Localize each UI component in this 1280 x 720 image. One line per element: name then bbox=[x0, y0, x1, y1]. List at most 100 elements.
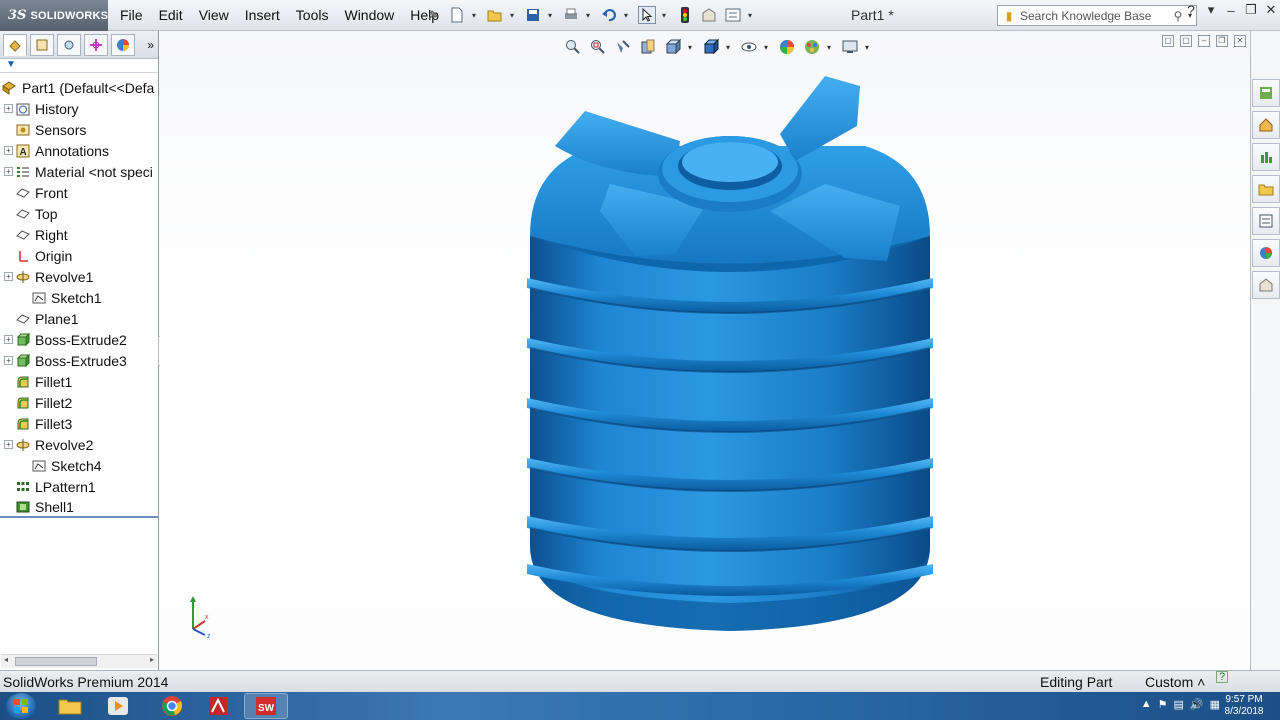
chevron-down-icon[interactable]: ▾ bbox=[726, 43, 734, 52]
network-icon[interactable]: ▤ bbox=[1173, 698, 1183, 711]
chevron-down-icon[interactable]: ▾ bbox=[865, 43, 873, 52]
menu-window[interactable]: Window bbox=[336, 0, 402, 31]
feature-manager-tab[interactable] bbox=[3, 33, 27, 56]
volume-icon[interactable]: 🔊 bbox=[1190, 698, 1204, 711]
tree-item-sensors[interactable]: Sensors bbox=[0, 119, 158, 140]
tree-item-sketch4[interactable]: Sketch4 bbox=[0, 455, 158, 476]
solidworks-resources-tab[interactable] bbox=[1252, 79, 1280, 107]
scroll-left-icon[interactable]: ◂ bbox=[4, 655, 8, 664]
select-arrow-icon[interactable] bbox=[638, 6, 656, 24]
tree-root-part1[interactable]: Part1 (Default<<Defa bbox=[0, 77, 158, 98]
tree-item-fillet3[interactable]: Fillet3 bbox=[0, 413, 158, 434]
tree-item-revolve2[interactable]: + Revolve2 bbox=[0, 434, 158, 455]
expand-icon[interactable]: + bbox=[4, 440, 13, 449]
chevron-down-icon[interactable]: ▾ bbox=[748, 11, 756, 20]
view-settings-icon[interactable] bbox=[840, 37, 860, 57]
appearances-scenes-icon[interactable] bbox=[1252, 239, 1280, 267]
tree-item-top[interactable]: Top bbox=[0, 203, 158, 224]
pin-icon[interactable] bbox=[424, 6, 442, 24]
expand-icon[interactable]: + bbox=[4, 356, 13, 365]
zoom-to-area-icon[interactable] bbox=[588, 37, 608, 57]
tree-item-front[interactable]: Front bbox=[0, 182, 158, 203]
viewport-close-button[interactable]: ✕ bbox=[1234, 35, 1246, 47]
graphics-area[interactable]: ▾ ▾ ▾ ▾ ▾ ▢ ▢ – ❐ ✕ x z bbox=[160, 31, 1250, 670]
options-icon[interactable] bbox=[724, 6, 742, 24]
search-knowledge-base[interactable]: ▮ Search Knowledge Base ⚲ ▾ bbox=[997, 5, 1197, 26]
tree-item-plane1[interactable]: Plane1 bbox=[0, 308, 158, 329]
scroll-right-icon[interactable]: ▸ bbox=[150, 655, 154, 664]
close-button[interactable]: ✕ bbox=[1262, 2, 1280, 18]
menu-edit[interactable]: Edit bbox=[151, 0, 191, 31]
chevron-down-icon[interactable]: ▾ bbox=[764, 43, 772, 52]
chevron-down-icon[interactable]: ▾ bbox=[1202, 2, 1220, 18]
edit-appearance-icon[interactable] bbox=[777, 37, 797, 57]
solidworks-logo[interactable]: 3S SOLIDWORKS bbox=[0, 0, 108, 31]
horizontal-scrollbar[interactable]: ◂ ▸ bbox=[1, 654, 157, 668]
chevron-down-icon[interactable]: ▾ bbox=[586, 11, 594, 20]
tree-item-lpattern1[interactable]: LPattern1 bbox=[0, 476, 158, 497]
chevron-down-icon[interactable]: ▾ bbox=[827, 43, 835, 52]
search-input[interactable]: Search Knowledge Base bbox=[1020, 9, 1168, 23]
chevron-down-icon[interactable]: ▾ bbox=[472, 11, 480, 20]
undo-icon[interactable] bbox=[600, 6, 618, 24]
display-manager-tab[interactable] bbox=[111, 33, 135, 56]
previous-view-icon[interactable] bbox=[613, 37, 633, 57]
expand-icon[interactable]: + bbox=[4, 167, 13, 176]
show-hidden-icons[interactable]: ▲ bbox=[1141, 698, 1152, 711]
viewport-maximize-button[interactable]: ❐ bbox=[1216, 35, 1228, 47]
zoom-to-fit-icon[interactable] bbox=[563, 37, 583, 57]
chevron-down-icon[interactable]: ▾ bbox=[662, 11, 670, 20]
tree-item-boss-extrude2[interactable]: + Boss-Extrude2 bbox=[0, 329, 158, 350]
open-folder-icon[interactable] bbox=[486, 6, 504, 24]
help-icon[interactable]: ? bbox=[1182, 2, 1200, 18]
tree-item-annotations[interactable]: + A Annotations bbox=[0, 140, 158, 161]
home-icon[interactable] bbox=[1252, 111, 1280, 139]
print-icon[interactable] bbox=[562, 6, 580, 24]
pdf-reader-taskbar-icon[interactable] bbox=[196, 693, 240, 719]
tree-item-right[interactable]: Right bbox=[0, 224, 158, 245]
expand-icon[interactable]: + bbox=[4, 104, 13, 113]
property-manager-tab[interactable] bbox=[30, 33, 54, 56]
viewport-tile-button[interactable]: ▢ bbox=[1180, 35, 1192, 47]
tree-item-sketch1[interactable]: Sketch1 bbox=[0, 287, 158, 308]
hide-show-items-icon[interactable] bbox=[739, 37, 759, 57]
menu-tools[interactable]: Tools bbox=[288, 0, 337, 31]
scroll-thumb[interactable] bbox=[15, 657, 97, 666]
custom-properties-icon[interactable] bbox=[1252, 271, 1280, 299]
minimize-button[interactable]: – bbox=[1222, 3, 1240, 18]
tree-item-origin[interactable]: Origin bbox=[0, 245, 158, 266]
save-icon[interactable] bbox=[524, 6, 542, 24]
action-center-icon[interactable]: ⚑ bbox=[1158, 698, 1168, 711]
more-tabs-icon[interactable]: » bbox=[147, 38, 154, 52]
chevron-down-icon[interactable]: ▾ bbox=[688, 43, 696, 52]
system-clock[interactable]: 9:57 PM 8/3/2018 bbox=[1218, 694, 1270, 718]
file-properties-icon[interactable] bbox=[700, 6, 718, 24]
tree-item-material[interactable]: + Material <not speci bbox=[0, 161, 158, 182]
expand-icon[interactable]: + bbox=[4, 146, 13, 155]
quick-tips-icon[interactable]: ? bbox=[1216, 671, 1228, 683]
chevron-down-icon[interactable]: ▾ bbox=[548, 11, 556, 20]
new-document-icon[interactable] bbox=[448, 6, 466, 24]
view-orientation-icon[interactable] bbox=[663, 37, 683, 57]
menu-view[interactable]: View bbox=[191, 0, 237, 31]
section-view-icon[interactable] bbox=[638, 37, 658, 57]
media-player-taskbar-icon[interactable] bbox=[96, 693, 140, 719]
dimxpert-tab[interactable] bbox=[84, 33, 108, 56]
display-style-icon[interactable] bbox=[701, 37, 721, 57]
tree-item-fillet1[interactable]: Fillet1 bbox=[0, 371, 158, 392]
start-button[interactable] bbox=[6, 693, 36, 719]
tree-item-boss-extrude3[interactable]: + Boss-Extrude3 bbox=[0, 350, 158, 371]
menu-insert[interactable]: Insert bbox=[237, 0, 288, 31]
view-palette-icon[interactable] bbox=[1252, 207, 1280, 235]
tree-filter[interactable]: ▼ bbox=[0, 59, 158, 73]
chrome-taskbar-icon[interactable] bbox=[150, 693, 194, 719]
expand-icon[interactable]: + bbox=[4, 272, 13, 281]
water-tank-model[interactable] bbox=[525, 76, 935, 636]
apply-scene-icon[interactable] bbox=[802, 37, 822, 57]
rebuild-icon[interactable] bbox=[676, 6, 694, 24]
chevron-down-icon[interactable]: ▾ bbox=[624, 11, 632, 20]
chevron-down-icon[interactable]: ▾ bbox=[510, 11, 518, 20]
unit-system[interactable]: Custom ˄ bbox=[1145, 674, 1205, 690]
viewport-restore-button[interactable]: ▢ bbox=[1162, 35, 1174, 47]
file-explorer-icon[interactable] bbox=[1252, 175, 1280, 203]
